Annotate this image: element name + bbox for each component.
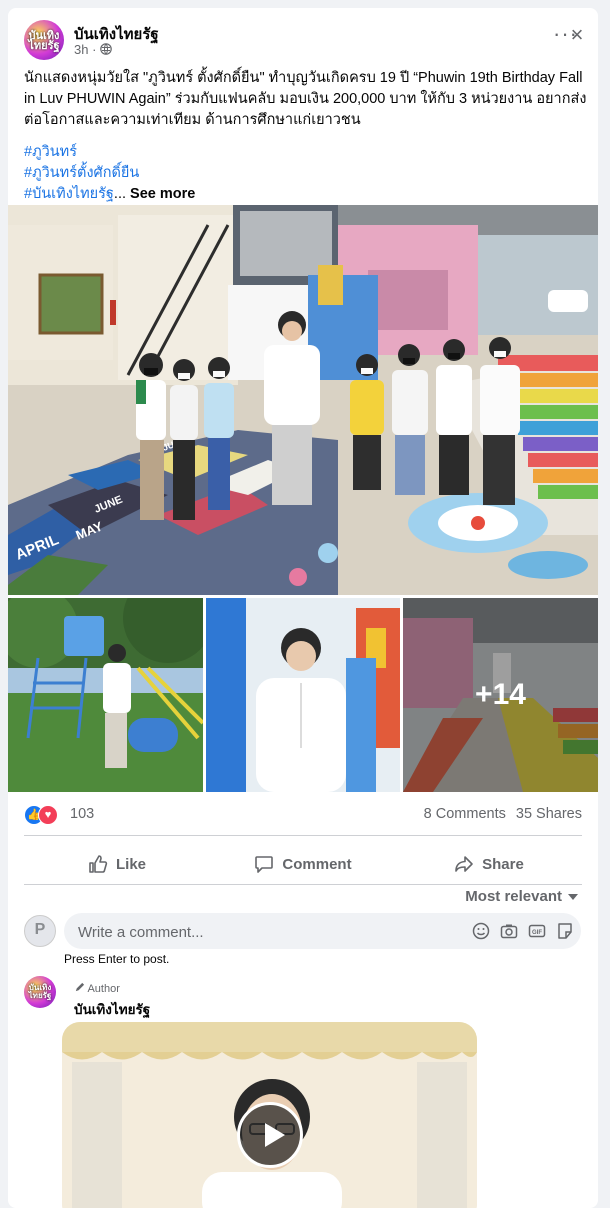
- pencil-icon: [75, 982, 85, 992]
- engagement-counts: 8 Comments 35 Shares: [418, 806, 582, 822]
- author-badge: Author: [74, 982, 120, 995]
- comment-button[interactable]: Comment: [210, 844, 396, 884]
- shares-count[interactable]: 35 Shares: [516, 806, 582, 822]
- hashtag-list: #ภูวินทร์ #ภูวินทร์ตั้งศักดิ์ยืน #บันเทิ…: [24, 142, 195, 205]
- comment-video[interactable]: [62, 1022, 477, 1208]
- avatar-logo-text: บันเทิงไทยรัฐ: [28, 30, 60, 52]
- comment-input[interactable]: [76, 913, 460, 951]
- thumbnail-photo-2[interactable]: [206, 598, 400, 792]
- comment-bubble-icon: [255, 856, 274, 873]
- thumbnail-photo-3[interactable]: +14: [403, 598, 598, 792]
- comment-sort-dropdown[interactable]: Most relevant: [465, 888, 578, 905]
- like-label: Like: [115, 855, 146, 873]
- reaction-count[interactable]: 103: [70, 806, 94, 822]
- commenter-avatar[interactable]: บันเทิงไทยรัฐ: [24, 976, 56, 1008]
- author-badge-label: Author: [87, 983, 120, 995]
- comment-composer: GIF: [64, 913, 581, 951]
- commenter-avatar-logo-text: บันเทิงไทยรัฐ: [28, 983, 52, 1000]
- share-label: Share: [482, 855, 524, 873]
- ellipsis: ...: [113, 186, 127, 202]
- svg-text:GIF: GIF: [532, 930, 542, 936]
- share-arrow-icon: [455, 856, 473, 872]
- divider-top: [24, 835, 582, 836]
- post-meta: 3h ·: [74, 42, 112, 57]
- thumbnail-photo-1[interactable]: [8, 598, 203, 792]
- reaction-icons[interactable]: 👍 ♥: [24, 805, 62, 825]
- post-card: บันเทิงไทยรัฐ บันเทิงไทยรัฐ 3h · ··· × น…: [8, 8, 598, 1208]
- hashtag-phuwin[interactable]: #ภูวินทร์: [24, 142, 195, 163]
- thumbs-up-icon: [89, 855, 108, 873]
- see-more-link[interactable]: See more: [130, 186, 195, 202]
- commenter-name[interactable]: บันเทิงไทยรัฐ: [74, 998, 150, 1020]
- hashtag-line: #บันเทิงไทยรัฐ... See more: [24, 186, 195, 202]
- post-actions: Like Comment Share: [24, 844, 582, 884]
- post-text: นักแสดงหนุ่มวัยใส "ภูวินทร์ ตั้งศักดิ์ยื…: [24, 70, 587, 128]
- page-avatar[interactable]: บันเทิงไทยรัฐ: [24, 20, 64, 60]
- main-photo[interactable]: APRIL MAY JUNE JULY: [8, 205, 598, 595]
- comments-count[interactable]: 8 Comments: [424, 806, 506, 822]
- hashtag-phuwin-fullname[interactable]: #ภูวินทร์ตั้งศักดิ์ยืน: [24, 163, 195, 184]
- comment-label: Comment: [282, 855, 352, 873]
- sort-label: Most relevant: [465, 888, 562, 905]
- reactions-bar: 👍 ♥ 103 8 Comments 35 Shares: [24, 804, 582, 826]
- avatar-letter: P: [34, 921, 46, 938]
- hashtag-page[interactable]: #บันเทิงไทยรัฐ: [24, 186, 114, 202]
- current-user-avatar[interactable]: P: [24, 915, 56, 947]
- chevron-down-icon: [568, 894, 578, 901]
- press-enter-hint: Press Enter to post.: [64, 952, 170, 966]
- love-reaction-icon: ♥: [38, 805, 58, 825]
- share-button[interactable]: Share: [396, 844, 582, 884]
- divider-bottom: [24, 884, 582, 885]
- globe-icon: [100, 43, 112, 55]
- post-time[interactable]: 3h: [74, 42, 88, 57]
- sticker-icon[interactable]: [556, 922, 574, 940]
- emoji-icon[interactable]: [472, 922, 490, 940]
- post-header: บันเทิงไทยรัฐ บันเทิงไทยรัฐ 3h · ··· ×: [24, 20, 584, 60]
- dot-separator: ·: [92, 42, 101, 57]
- camera-icon[interactable]: [500, 922, 518, 940]
- close-icon[interactable]: ×: [564, 22, 590, 48]
- gif-icon[interactable]: GIF: [528, 922, 546, 940]
- play-button[interactable]: [237, 1102, 303, 1168]
- like-button[interactable]: Like: [24, 844, 210, 884]
- more-photos-overlay[interactable]: +14: [403, 598, 598, 792]
